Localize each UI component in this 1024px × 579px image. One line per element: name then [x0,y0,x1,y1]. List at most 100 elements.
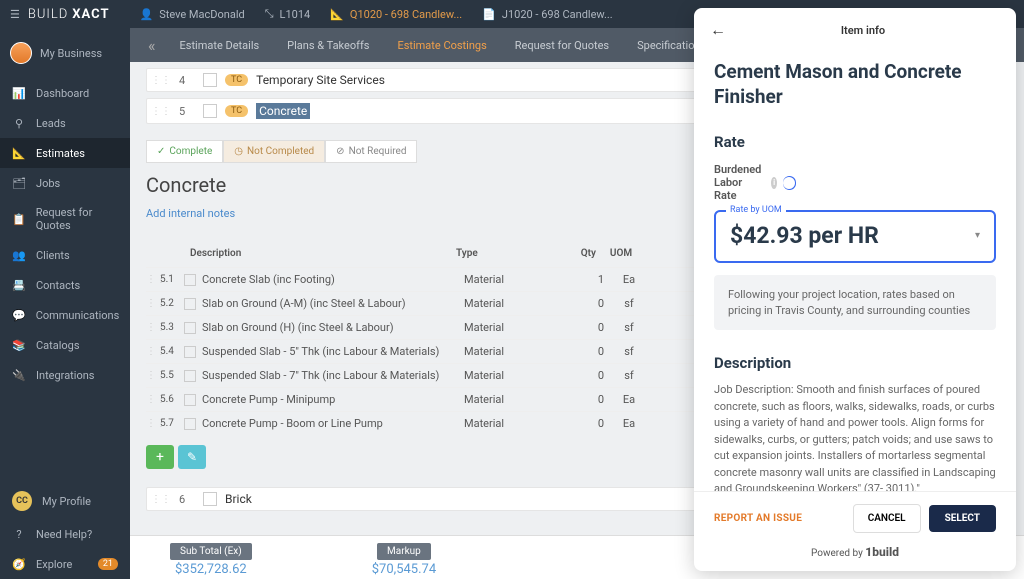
info-icon[interactable]: i [771,177,777,189]
category-checkbox[interactable] [203,104,217,118]
drag-handle-icon[interactable]: ⋮⋮ [146,418,160,429]
nav-clients[interactable]: 👥Clients [0,240,130,270]
plug-icon: 🔌 [12,368,26,382]
crumb-quote[interactable]: 📐Q1020 - 698 Candlew... [330,8,462,21]
item-description: Suspended Slab - 7" Thk (inc Labour & Ma… [202,369,464,382]
tab-plans-takeoffs[interactable]: Plans & Takeoffs [273,29,383,62]
explore-badge: 21 [98,558,118,570]
business-selector[interactable]: My Business [0,28,130,78]
rate-legend: Rate by UOM [726,205,786,215]
drag-handle-icon[interactable]: ⋮⋮ [146,298,160,309]
item-description: Slab on Ground (A-M) (inc Steel & Labour… [202,297,464,310]
sidebar: My Business 📊Dashboard ⚲Leads 📐Estimates… [0,28,130,579]
nav-catalogs[interactable]: 📚Catalogs [0,330,130,360]
crumb-lead[interactable]: ⤡L1014 [265,7,310,21]
item-checkbox[interactable] [184,394,196,406]
collapse-sidebar-icon[interactable]: « [138,36,166,55]
panel-footer: REPORT AN ISSUE CANCEL SELECT Powered by… [694,491,1016,571]
crumb-user[interactable]: 👤Steve MacDonald [140,8,245,21]
nav-explore[interactable]: 🧭Explore21 [0,549,130,579]
item-qty: 0 [564,297,604,310]
powered-by: Powered by 1build [714,545,996,559]
nav-communications[interactable]: 💬Communications [0,300,130,330]
category-number: 4 [179,74,195,87]
item-uom: sf [604,321,654,334]
ruler-icon: 📐 [330,8,344,21]
item-qty: 0 [564,417,604,430]
col-uom: UOM [596,248,646,259]
nav-rfq[interactable]: 📋Request for Quotes [0,198,130,240]
item-checkbox[interactable] [184,274,196,286]
item-number: 5.2 [160,298,184,309]
doc-icon: 📄 [482,8,496,21]
burdened-label: Burdened Labor Rate [714,163,765,202]
edit-item-button[interactable]: ✎ [178,445,206,469]
rate-dropdown[interactable]: Rate by UOM $42.93 per HR ▾ [714,210,996,263]
cancel-button[interactable]: CANCEL [853,504,921,533]
item-checkbox[interactable] [184,346,196,358]
col-qty: Qty [556,248,596,259]
item-checkbox[interactable] [184,322,196,334]
tab-rfq[interactable]: Request for Quotes [501,29,623,62]
item-qty: 0 [564,345,604,358]
breadcrumb: 👤Steve MacDonald ⤡L1014 📐Q1020 - 698 Can… [140,7,613,21]
drag-handle-icon[interactable]: ⋮⋮ [151,494,171,505]
clients-icon: 👥 [12,248,26,262]
status-not-completed[interactable]: ◷Not Completed [223,140,325,163]
clock-icon: ◷ [234,146,243,157]
item-checkbox[interactable] [184,370,196,382]
item-type: Material [464,369,564,382]
compass-icon: 🧭 [12,557,26,571]
nav-jobs[interactable]: 🗂Jobs [0,168,130,198]
split-icon: ⤡ [265,7,274,21]
select-button[interactable]: SELECT [929,505,996,532]
nav-integrations[interactable]: 🔌Integrations [0,360,130,390]
status-not-required[interactable]: ⊘Not Required [325,140,417,163]
item-number: 5.1 [160,274,184,285]
burdened-toggle[interactable] [783,176,796,190]
burdened-toggle-row: Burdened Labor Rate i [714,163,996,202]
drag-handle-icon[interactable]: ⋮⋮ [146,346,160,357]
tab-estimate-details[interactable]: Estimate Details [166,29,274,62]
item-number: 5.4 [160,346,184,357]
drag-handle-icon[interactable]: ⋮⋮ [151,106,171,117]
category-checkbox[interactable] [203,492,217,506]
status-complete[interactable]: ✓Complete [146,140,223,163]
drag-handle-icon[interactable]: ⋮⋮ [146,370,160,381]
nav-profile[interactable]: CCMy Profile [0,483,130,519]
item-checkbox[interactable] [184,418,196,430]
avatar: CC [12,491,32,511]
back-arrow-icon[interactable]: ← [710,20,726,40]
add-item-button[interactable]: + [146,445,174,469]
nav-help[interactable]: ?Need Help? [0,519,130,549]
item-checkbox[interactable] [184,298,196,310]
nav-contacts[interactable]: 📇Contacts [0,270,130,300]
estimates-icon: 📐 [12,146,26,160]
tab-estimate-costings[interactable]: Estimate Costings [383,29,500,62]
menu-icon[interactable]: ☰ [10,8,20,21]
report-issue-link[interactable]: REPORT AN ISSUE [714,513,802,524]
item-number: 5.6 [160,394,184,405]
item-type: Material [464,417,564,430]
nav-dashboard[interactable]: 📊Dashboard [0,78,130,108]
drag-handle-icon[interactable]: ⋮⋮ [146,394,160,405]
category-pill: TC [225,74,248,86]
drag-handle-icon[interactable]: ⋮⋮ [151,75,171,86]
category-checkbox[interactable] [203,73,217,87]
crumb-job[interactable]: 📄J1020 - 698 Candlew... [482,8,613,21]
nav-leads[interactable]: ⚲Leads [0,108,130,138]
panel-body: Cement Mason and Concrete Finisher Rate … [694,52,1016,491]
user-icon: 👤 [140,8,154,21]
item-type: Material [464,345,564,358]
item-description: Suspended Slab - 5" Thk (inc Labour & Ma… [202,345,464,358]
panel-title: Item info [726,24,1000,37]
item-uom: sf [604,297,654,310]
category-number: 5 [179,105,195,118]
drag-handle-icon[interactable]: ⋮⋮ [146,274,160,285]
item-type: Material [464,321,564,334]
drag-handle-icon[interactable]: ⋮⋮ [146,322,160,333]
nav-estimates[interactable]: 📐Estimates [0,138,130,168]
item-qty: 0 [564,369,604,382]
chevron-down-icon: ▾ [975,230,980,241]
help-icon: ? [12,527,26,541]
